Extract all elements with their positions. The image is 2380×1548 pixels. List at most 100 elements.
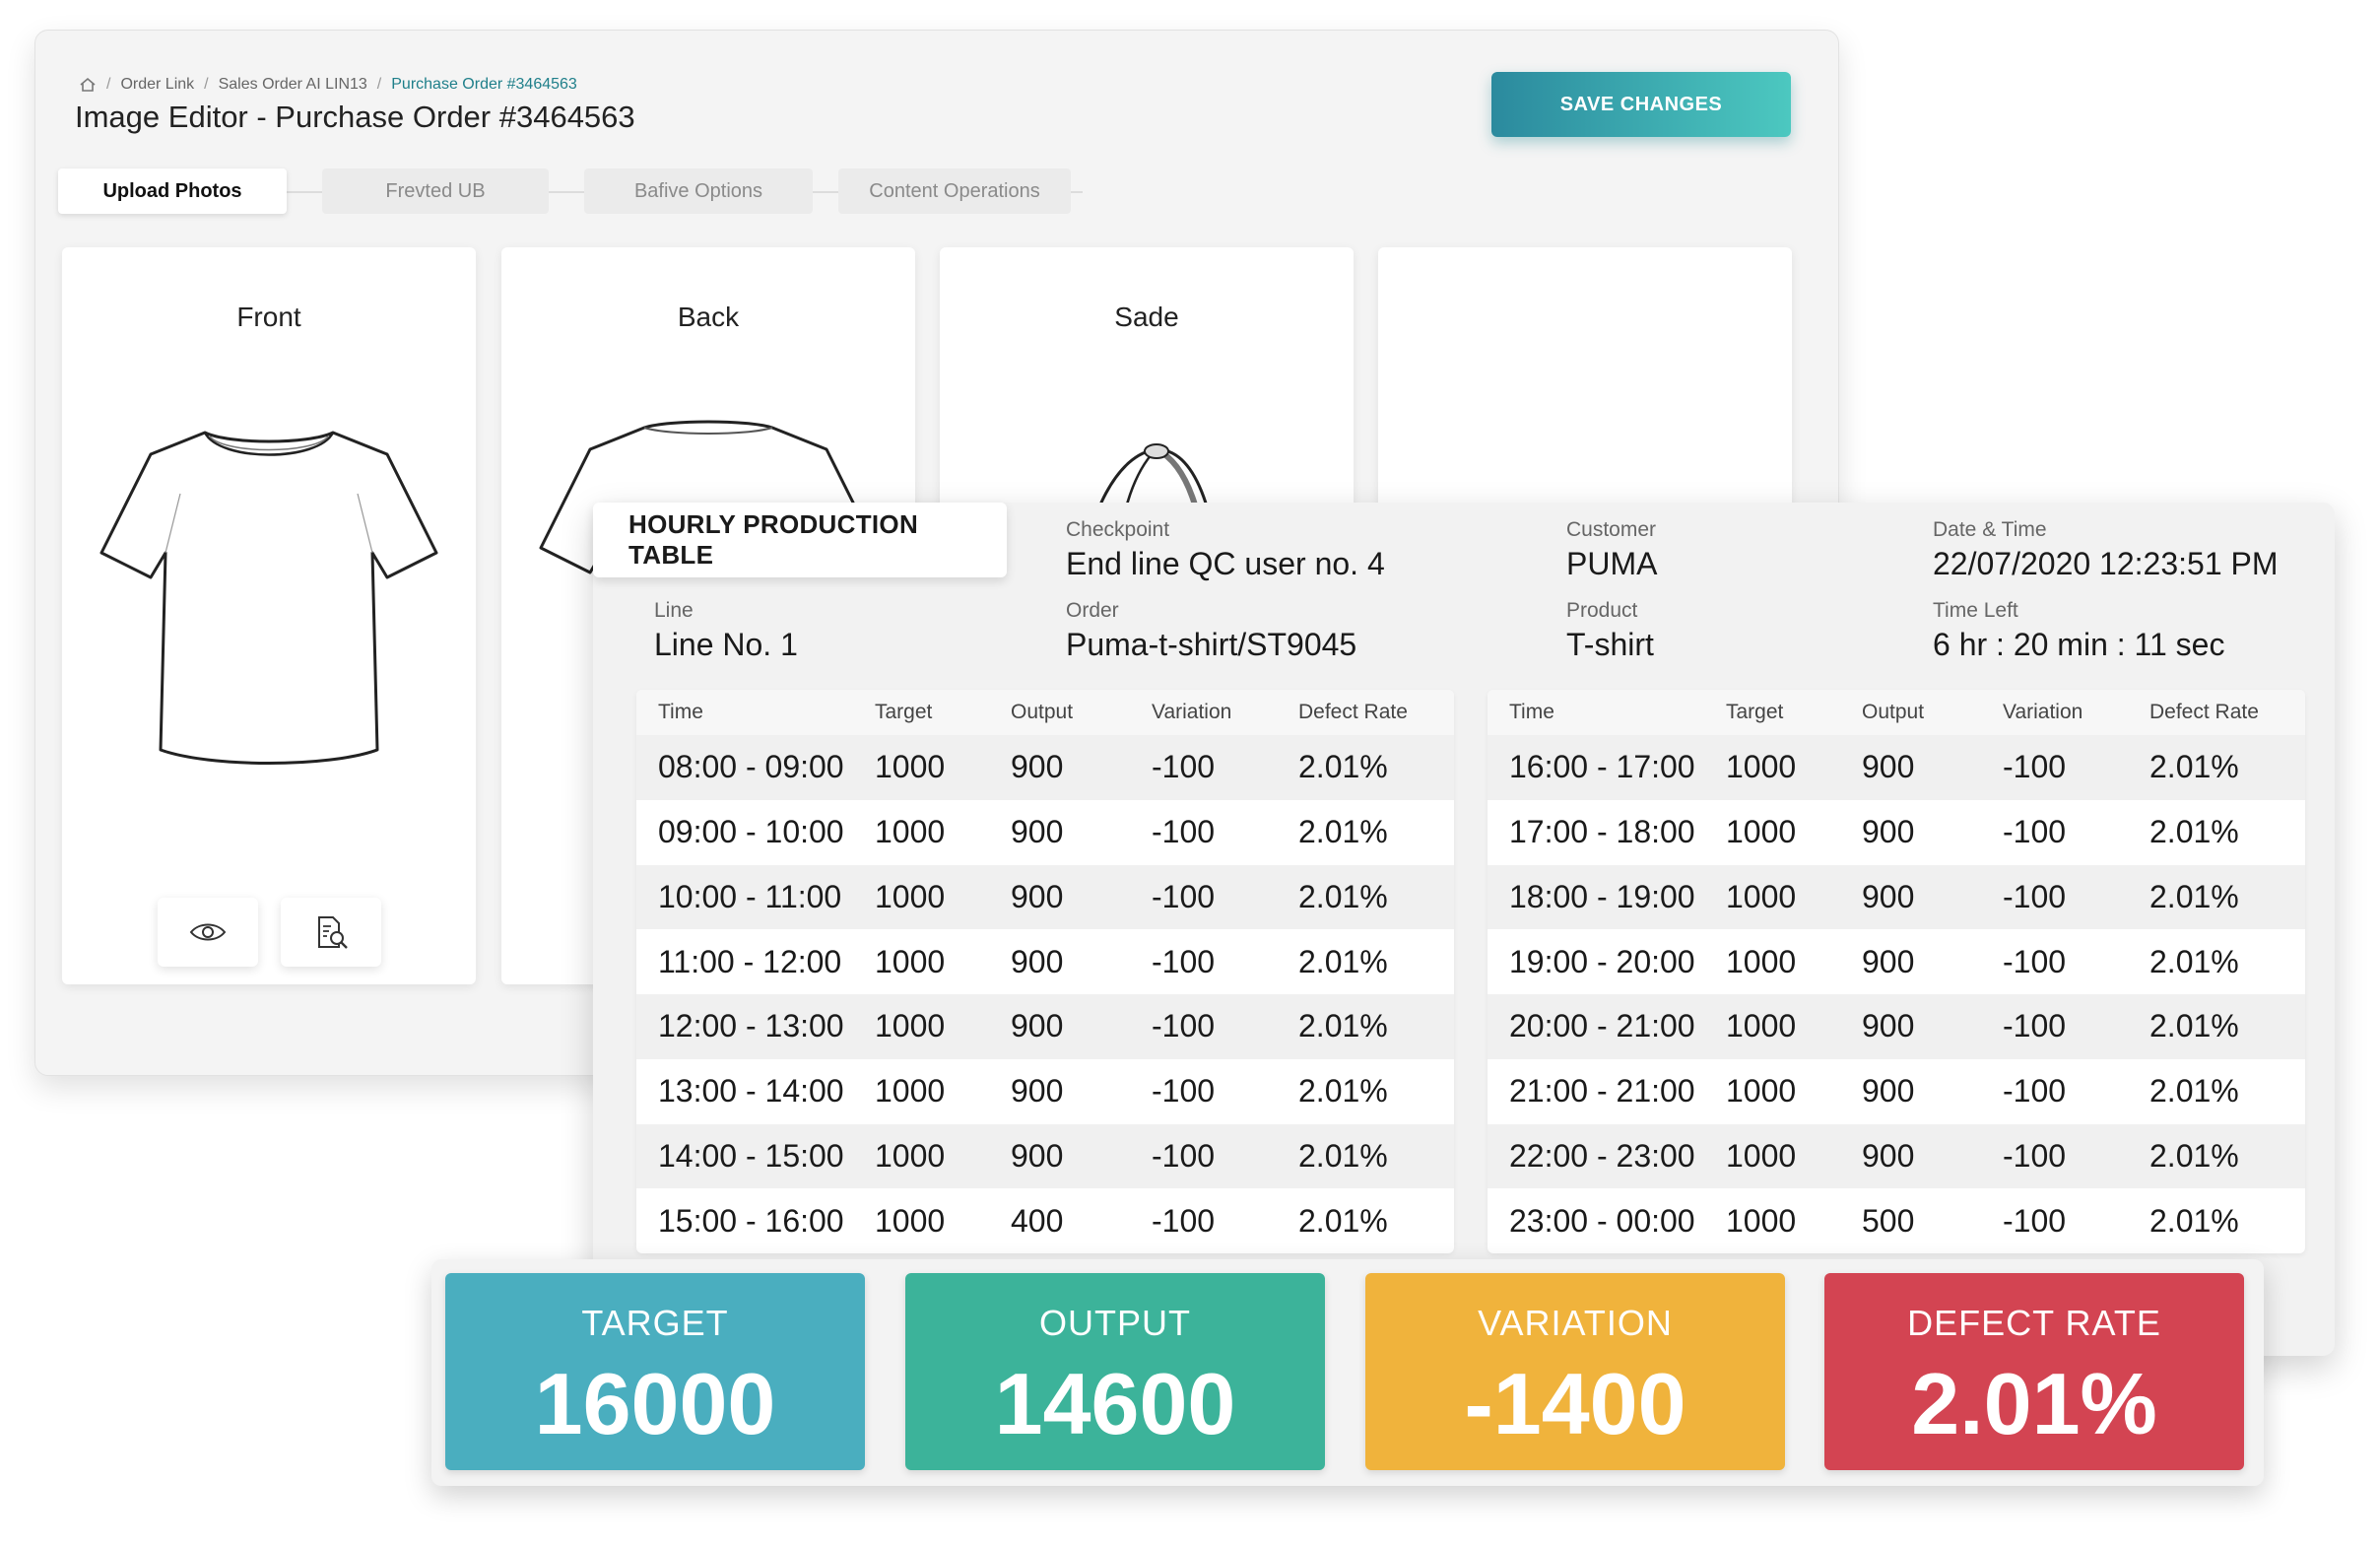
- table-row: 14:00 - 15:00 1000 900 -100 2.01%: [636, 1123, 1454, 1189]
- cell-target: 1000: [875, 878, 946, 914]
- order-label: Order: [1066, 599, 1119, 622]
- datetime-label: Date & Time: [1933, 518, 2047, 541]
- photo-label-back: Back: [677, 302, 740, 332]
- kpi-summary: TARGET 16000 OUTPUT 14600 VARIATION -140…: [431, 1259, 2264, 1486]
- cell-time: 13:00 - 14:00: [658, 1073, 844, 1110]
- cell-target: 1000: [875, 749, 946, 785]
- cell-variation: -100: [2003, 1137, 2067, 1174]
- tab-upload-photos[interactable]: Upload Photos: [58, 168, 287, 214]
- cell-defect-rate: 2.01%: [2149, 943, 2239, 979]
- kpi-output-label: OUTPUT: [1039, 1303, 1191, 1343]
- cell-time: 14:00 - 15:00: [658, 1137, 844, 1174]
- home-icon[interactable]: [79, 77, 97, 93]
- table-row: 22:00 - 23:00 1000 900 -100 2.01%: [1488, 1123, 2305, 1189]
- cell-variation: -100: [2003, 814, 2067, 850]
- cell-target: 1000: [875, 1202, 946, 1239]
- cell-defect-rate: 2.01%: [2149, 1202, 2239, 1239]
- cell-defect-rate: 2.01%: [2149, 1137, 2239, 1174]
- breadcrumb-separator: /: [204, 76, 209, 93]
- save-changes-button[interactable]: SAVE CHANGES: [1491, 72, 1791, 137]
- table-row: 19:00 - 20:00 1000 900 -100 2.01%: [1488, 929, 2305, 994]
- production-table-title: HOURLY PRODUCTION TABLE: [593, 503, 1007, 577]
- cell-target: 1000: [1726, 943, 1797, 979]
- cell-target: 1000: [875, 1008, 946, 1044]
- kpi-variation-label: VARIATION: [1478, 1303, 1673, 1343]
- breadcrumb-purchase-order[interactable]: Purchase Order #3464563: [391, 76, 577, 94]
- cell-defect-rate: 2.01%: [1298, 1073, 1388, 1110]
- cell-defect-rate: 2.01%: [2149, 814, 2239, 850]
- table-body: 08:00 - 09:00 1000 900 -100 2.01% 09:00 - 10…: [636, 735, 1454, 1253]
- cell-output: 900: [1862, 1137, 1915, 1174]
- column-header-output: Output: [1862, 701, 1925, 723]
- cell-variation: -100: [1152, 1008, 1216, 1044]
- column-header-time: Time: [1509, 701, 1554, 723]
- cell-time: 20:00 - 21:00: [1509, 1008, 1695, 1044]
- tab-content-operations[interactable]: Content Operations: [838, 168, 1071, 214]
- column-header-defect-rate: Defect Rate: [1298, 701, 1408, 723]
- column-header-variation: Variation: [1152, 701, 1232, 723]
- cell-variation: -100: [2003, 878, 2067, 914]
- cell-time: 15:00 - 16:00: [658, 1202, 844, 1239]
- inspect-button[interactable]: [281, 898, 381, 967]
- checkpoint-field: Checkpoint End line QC user no. 4: [1066, 518, 1385, 582]
- datetime-field: Date & Time 22/07/2020 12:23:51 PM: [1933, 518, 2279, 582]
- photo-label-front: Front: [236, 302, 301, 332]
- cell-variation: -100: [1152, 814, 1216, 850]
- page-title: Image Editor - Purchase Order #3464563: [75, 100, 635, 134]
- table-body: 16:00 - 17:00 1000 900 -100 2.01% 17:00 - 18…: [1488, 735, 2305, 1253]
- column-header-defect-rate: Defect Rate: [2149, 701, 2259, 723]
- table-row: 16:00 - 17:00 1000 900 -100 2.01%: [1488, 735, 2305, 800]
- column-header-time: Time: [658, 701, 703, 723]
- table-row: 13:00 - 14:00 1000 900 -100 2.01%: [636, 1059, 1454, 1124]
- eye-icon: [189, 923, 227, 941]
- cell-variation: -100: [2003, 943, 2067, 979]
- table-header: Time Target Output Variation Defect Rate: [636, 690, 1454, 735]
- line-field: Line Line No. 1: [654, 599, 798, 663]
- column-header-output: Output: [1011, 701, 1074, 723]
- cell-output: 900: [1862, 814, 1915, 850]
- cell-variation: -100: [1152, 1073, 1216, 1110]
- tab-bafive-options[interactable]: Bafive Options: [584, 168, 813, 214]
- table-row: 21:00 - 21:00 1000 900 -100 2.01%: [1488, 1059, 2305, 1124]
- cell-output: 900: [1011, 878, 1064, 914]
- cell-time: 12:00 - 13:00: [658, 1008, 844, 1044]
- cell-time: 10:00 - 11:00: [658, 878, 842, 914]
- table-row: 15:00 - 16:00 1000 400 -100 2.01%: [636, 1188, 1454, 1253]
- kpi-variation-value: -1400: [1464, 1355, 1686, 1452]
- table-row: 11:00 - 12:00 1000 900 -100 2.01%: [636, 929, 1454, 994]
- kpi-output-card: OUTPUT 14600: [905, 1273, 1325, 1470]
- photo-card-front[interactable]: Front: [62, 247, 476, 984]
- cell-defect-rate: 2.01%: [2149, 1008, 2239, 1044]
- time-left-field: Time Left 6 hr : 20 min : 11 sec: [1933, 599, 2224, 663]
- product-label: Product: [1566, 599, 1638, 622]
- production-table-left: Time Target Output Variation Defect Rate…: [636, 690, 1454, 1253]
- cell-target: 1000: [875, 1137, 946, 1174]
- cell-target: 1000: [1726, 749, 1797, 785]
- cell-defect-rate: 2.01%: [1298, 943, 1388, 979]
- breadcrumb: / Order Link / Sales Order AI LIN13 / Pu…: [79, 76, 577, 94]
- kpi-output-value: 14600: [994, 1355, 1236, 1452]
- cell-defect-rate: 2.01%: [1298, 1202, 1388, 1239]
- table-row: 12:00 - 13:00 1000 900 -100 2.01%: [636, 994, 1454, 1059]
- editor-tabs: Upload Photos Frevted UB Bafive Options …: [58, 168, 1083, 214]
- table-row: 09:00 - 10:00 1000 900 -100 2.01%: [636, 800, 1454, 865]
- cell-output: 900: [1011, 943, 1064, 979]
- cell-time: 21:00 - 21:00: [1509, 1073, 1695, 1110]
- cell-output: 500: [1862, 1202, 1915, 1239]
- cell-time: 09:00 - 10:00: [658, 814, 844, 850]
- kpi-defect-rate-label: DEFECT RATE: [1907, 1303, 2161, 1343]
- cell-target: 1000: [875, 814, 946, 850]
- breadcrumb-sales-order[interactable]: Sales Order AI LIN13: [219, 76, 367, 94]
- cell-target: 1000: [1726, 878, 1797, 914]
- breadcrumb-separator: /: [106, 76, 111, 93]
- cell-defect-rate: 2.01%: [1298, 814, 1388, 850]
- preview-button[interactable]: [158, 898, 258, 967]
- cell-defect-rate: 2.01%: [1298, 1137, 1388, 1174]
- cell-defect-rate: 2.01%: [1298, 749, 1388, 785]
- cell-output: 900: [1011, 1073, 1064, 1110]
- breadcrumb-order-link[interactable]: Order Link: [120, 76, 194, 94]
- column-header-variation: Variation: [2003, 701, 2083, 723]
- tab-frevted-ub[interactable]: Frevted UB: [322, 168, 549, 214]
- customer-field: Customer PUMA: [1566, 518, 1657, 582]
- cell-variation: -100: [1152, 943, 1216, 979]
